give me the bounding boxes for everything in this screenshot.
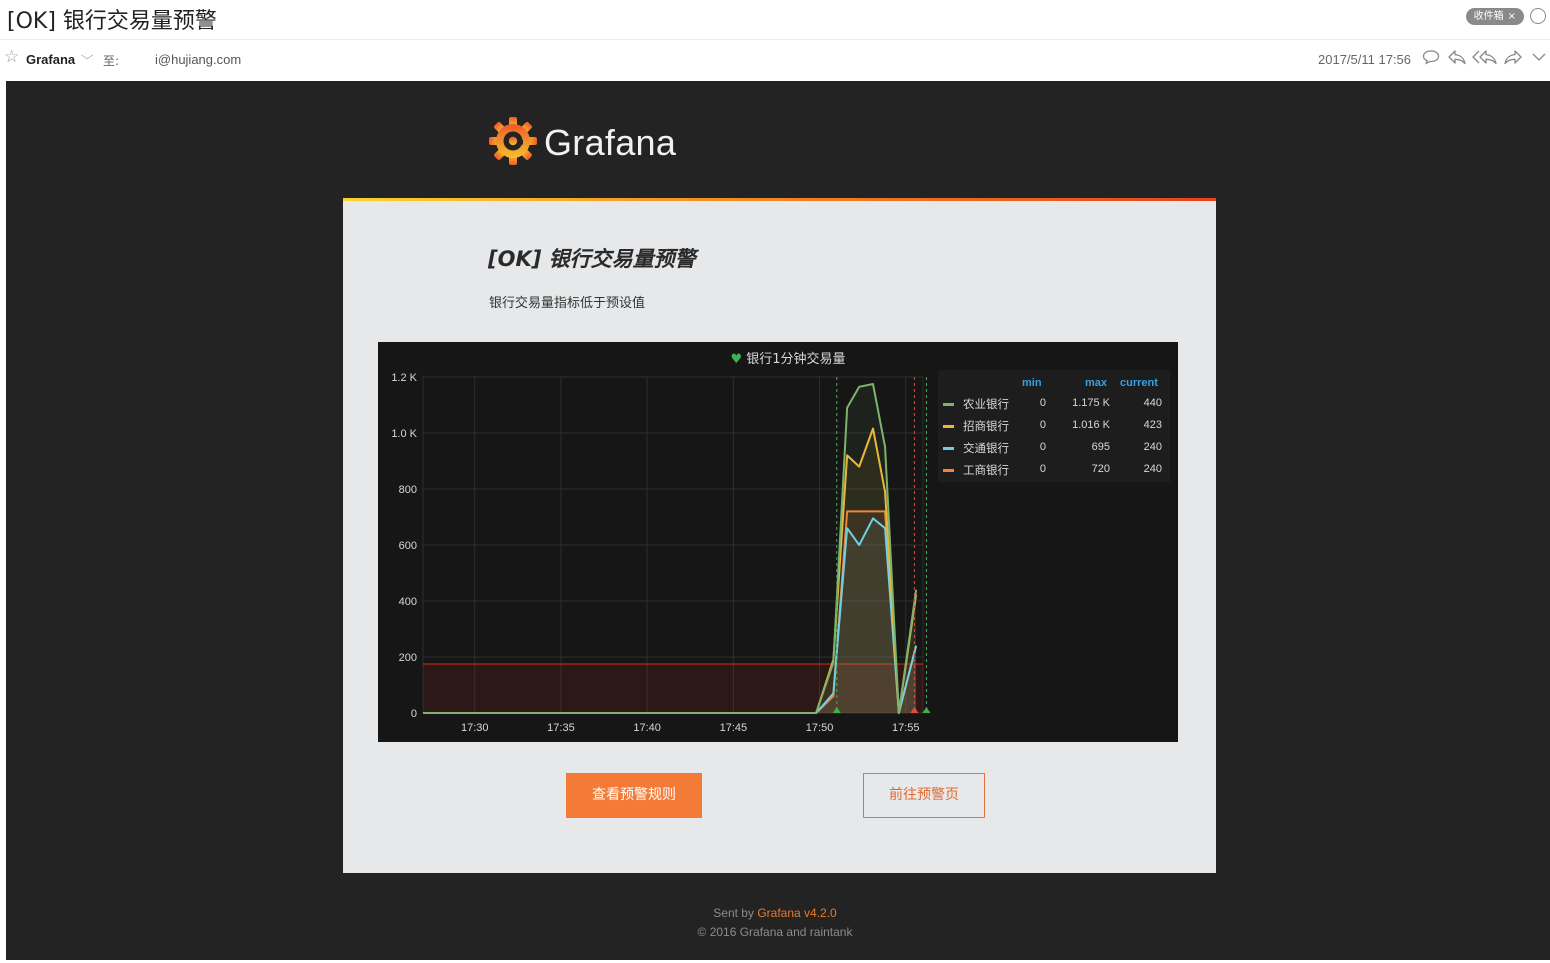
recipient-address[interactable]: i@hujiang.com [155,52,241,67]
alert-message: 银行交易量指标低于预设值 [489,296,646,311]
legend-current: 423 [1143,419,1162,431]
grafana-version-link[interactable]: Grafana v4.2.0 [757,906,836,920]
legend-item[interactable]: 交通银行 0 695 240 [938,437,1170,457]
logo-wordmark: Grafana [544,122,677,163]
to-label: 至: [103,54,120,68]
alert-card: [OK] 银行交易量预警 银行交易量指标低于预设值 0 200 400 600 800 1… [343,198,1216,873]
folder-badge[interactable]: 收件箱 × [1465,8,1524,25]
email-body: Grafana [OK] 银行交易量预警 银行交易量指标低于预设值 0 200 40… [6,81,1550,960]
grafana-logo-icon [489,117,537,165]
y-tick-label: 0 [411,708,417,720]
legend-item[interactable]: 招商银行 0 1.016 K 423 [938,415,1170,435]
legend-min: 0 [1039,463,1046,475]
reply-icon[interactable] [1447,49,1467,69]
copyright: © 2016 Grafana and raintank [697,925,853,939]
legend-max: 695 [1091,441,1110,453]
close-icon[interactable]: × [1508,11,1516,22]
x-tick-label: 17:50 [806,722,834,734]
x-tick-label: 17:35 [547,722,575,734]
x-tick-label: 17:30 [461,722,489,734]
go-alert-page-button[interactable]: 前往预警页 [863,773,985,818]
y-tick-label: 1.2 K [391,372,417,384]
folder-badge-label: 收件箱 [1473,11,1504,22]
legend-swatch [943,447,954,450]
sent-by-label: Sent by [713,906,754,920]
legend-header-current[interactable]: current [1120,377,1158,389]
legend-swatch [943,403,954,406]
legend-name: 交通银行 [963,441,1009,455]
legend-max: 720 [1091,463,1110,475]
legend-current: 240 [1143,441,1162,453]
mail-subject: [OK] 银行交易量预警 [7,9,217,34]
more-chevron-icon[interactable] [1531,49,1547,69]
legend-current: 240 [1143,463,1162,475]
legend-min: 0 [1039,397,1046,409]
x-tick-label: 17:45 [720,722,748,734]
status-circle-icon[interactable] [1530,8,1546,24]
legend-item[interactable]: 工商银行 0 720 240 [938,459,1170,479]
sender-name[interactable]: Grafana [26,52,75,67]
legend-name: 农业银行 [963,397,1009,411]
legend-name: 招商银行 [963,419,1009,433]
graph-panel: 0 200 400 600 800 1.0 K 1.2 K 17:30 17:35 17:40 17… [378,342,1178,742]
heart-icon: ♥ [730,352,743,367]
annotation-marker [922,707,931,713]
legend-current: 440 [1143,397,1162,409]
legend-min: 0 [1039,419,1046,431]
alert-title: [OK] 银行交易量预警 [488,247,696,271]
legend-min: 0 [1039,441,1046,453]
y-tick-label: 400 [399,596,417,608]
sent-by-line: Sent by Grafana v4.2.0 [6,904,1544,923]
mail-meta-bar: ☆ Grafana ⌵ 至: i@hujiang.com 2017/5/11 1… [0,44,1550,74]
mail-date: 2017/5/11 17:56 [1318,52,1412,67]
legend-item[interactable]: 农业银行 0 1.175 K 440 [938,393,1170,413]
legend-max: 1.175 K [1072,397,1110,409]
chart-legend: min max current 农业银行 0 1.175 K 440 招商银行 … [938,370,1170,482]
legend-swatch [943,425,954,428]
legend-swatch [943,469,954,472]
y-tick-label: 200 [399,652,417,664]
view-alert-rule-button[interactable]: 查看预警规则 [566,773,702,818]
x-tick-label: 17:40 [633,722,661,734]
forward-icon[interactable] [1503,49,1523,69]
reply-all-icon[interactable] [1472,49,1498,69]
subject-bar: [OK] 银行交易量预警 收件箱 × [0,0,1550,40]
email-footer: Sent by Grafana v4.2.0 © 2016 Grafana an… [6,904,1544,942]
panel-title: ♥ 银行1分钟交易量 [378,348,1198,367]
grafana-logo: Grafana [488,114,708,168]
legend-header-max[interactable]: max [1085,377,1107,389]
star-icon[interactable]: ☆ [4,47,19,67]
y-tick-label: 600 [399,540,417,552]
comment-icon[interactable] [1422,49,1440,69]
panel-title-text: 银行1分钟交易量 [746,352,846,367]
chevron-down-icon[interactable]: ⌵ [81,50,94,63]
legend-name: 工商银行 [963,463,1009,477]
card-accent-bar [343,198,1216,201]
legend-max: 1.016 K [1072,419,1110,431]
x-tick-label: 17:55 [892,722,920,734]
legend-header-min[interactable]: min [1022,377,1042,389]
y-tick-label: 1.0 K [391,428,417,440]
y-tick-label: 800 [399,484,417,496]
